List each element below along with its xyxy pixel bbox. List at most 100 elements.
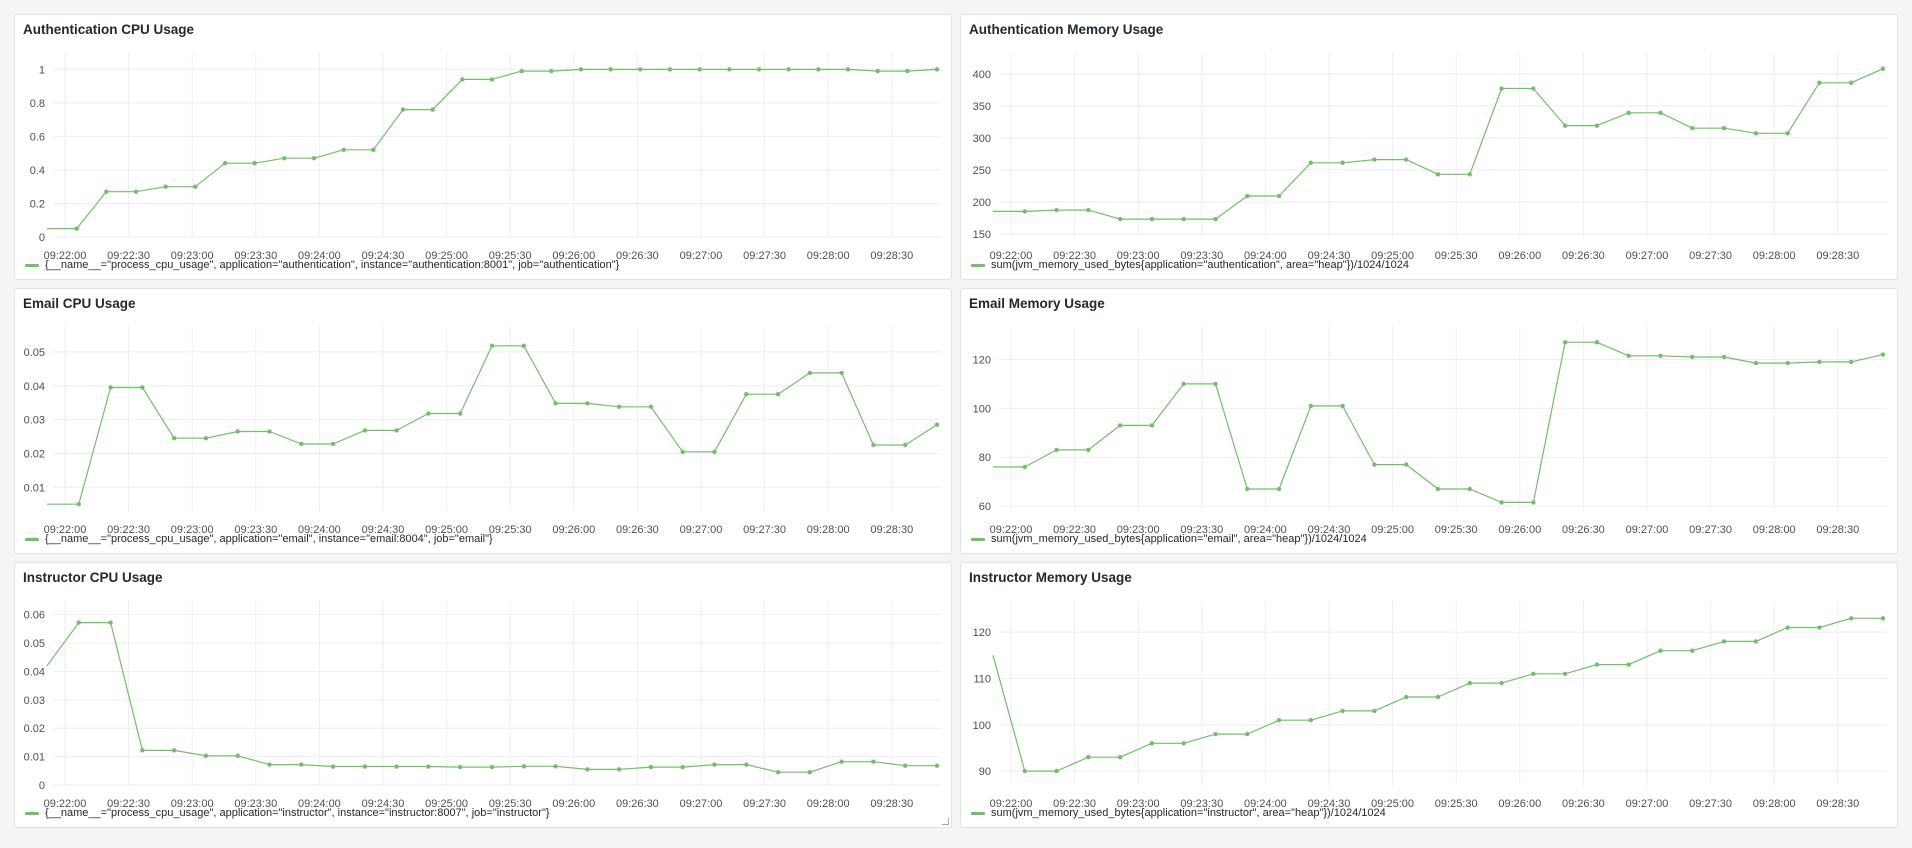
panel-email-cpu[interactable]: Email CPU Usage 0.01 0.02 0.03 0.04 0.05 09:2… xyxy=(14,288,952,554)
data-point xyxy=(1435,694,1441,700)
x-tick-label: 09:28:30 xyxy=(1816,798,1859,810)
x-tick-label: 09:27:00 xyxy=(1626,524,1669,536)
y-tick-label: 110 xyxy=(973,673,991,685)
data-point xyxy=(235,753,240,758)
y-tick-label: 400 xyxy=(973,69,991,81)
line-chart[interactable]: 608010012009:22:00 09:22:30 09:23:00 09:23:… xyxy=(961,289,1898,554)
data-point xyxy=(1817,80,1822,85)
legend-label[interactable]: {__name__="process_cpu_usage", applicati… xyxy=(45,807,550,819)
y-tick-label: 350 xyxy=(973,101,991,113)
data-point xyxy=(1404,462,1409,467)
data-point xyxy=(1817,625,1822,630)
legend[interactable]: sum(jvm_memory_used_bytes{application="e… xyxy=(971,533,1367,545)
data-point xyxy=(193,184,198,189)
data-point xyxy=(1594,123,1600,128)
y-tick-label: 0 xyxy=(39,232,45,244)
data-point xyxy=(1340,160,1345,165)
legend[interactable]: {__name__="process_cpu_usage", applicati… xyxy=(25,533,493,545)
data-point xyxy=(1276,717,1282,723)
data-point xyxy=(311,156,317,161)
legend-label[interactable]: {__name__="process_cpu_usage", applicati… xyxy=(45,259,619,271)
x-tick-label: 09:27:00 xyxy=(680,250,723,262)
data-point xyxy=(1849,80,1854,85)
y-tick-label: 0.4 xyxy=(30,165,45,177)
data-point xyxy=(638,67,643,72)
data-point xyxy=(903,442,908,448)
data-point xyxy=(807,770,813,775)
data-point xyxy=(1721,354,1727,360)
data-point xyxy=(1690,126,1695,131)
legend[interactable]: sum(jvm_memory_used_bytes{application="i… xyxy=(971,807,1386,819)
y-tick-label: 0.02 xyxy=(24,448,45,460)
data-point xyxy=(1817,359,1822,365)
series-line xyxy=(46,621,937,773)
data-point xyxy=(299,762,304,767)
data-point xyxy=(1181,741,1186,746)
data-point xyxy=(1149,741,1155,746)
data-point xyxy=(1562,671,1568,677)
data-point xyxy=(775,770,781,775)
data-point xyxy=(1435,486,1441,492)
x-tick-label: 09:28:00 xyxy=(1753,250,1796,262)
x-tick-label: 09:28:00 xyxy=(807,250,850,262)
x-tick-label: 09:28:30 xyxy=(870,250,913,262)
legend-label[interactable]: sum(jvm_memory_used_bytes{application="e… xyxy=(991,533,1367,545)
legend[interactable]: {__name__="process_cpu_usage", applicati… xyxy=(25,259,619,271)
data-point xyxy=(1626,110,1631,116)
data-point xyxy=(786,67,791,72)
data-point xyxy=(1086,755,1091,760)
data-point xyxy=(330,764,336,769)
data-point xyxy=(697,67,702,72)
line-chart[interactable]: 00.20.40.60.8109:22:00 09:22:30 09:23:00 09… xyxy=(15,15,952,280)
data-point xyxy=(1467,486,1472,492)
line-chart[interactable]: 9010011012009:22:00 09:22:30 09:23:00 09:23… xyxy=(961,563,1898,828)
panel-authentication-cpu[interactable]: Authentication CPU Usage 0 0.2 0.4 0.6 0.8 1 0… xyxy=(14,14,952,280)
panel-authentication-memory[interactable]: Authentication Memory Usage 150 200 250 300… xyxy=(960,14,1898,280)
y-tick-label: 0.01 xyxy=(24,482,45,494)
data-point xyxy=(807,370,813,376)
line-chart[interactable]: 15020025030035040009:22:00 09:22:30 09:23:… xyxy=(961,15,1898,280)
data-point xyxy=(163,184,168,189)
panel-email-memory[interactable]: Email Memory Usage 60 80 100 120 09:22:00 09:… xyxy=(960,288,1898,554)
panel-instructor-cpu[interactable]: Instructor CPU Usage 0 0.01 0.02 0.03 0.04 0.… xyxy=(14,562,952,828)
data-point xyxy=(140,748,145,753)
x-tick-label: 09:27:30 xyxy=(1689,524,1732,536)
data-point xyxy=(934,422,940,427)
x-tick-label: 09:26:00 xyxy=(552,798,595,810)
x-tick-label: 09:27:00 xyxy=(1626,798,1669,810)
data-point xyxy=(1690,354,1695,360)
legend-label[interactable]: {__name__="process_cpu_usage", applicati… xyxy=(45,533,493,545)
legend[interactable]: {__name__="process_cpu_usage", applicati… xyxy=(25,807,550,819)
x-tick-label: 09:26:00 xyxy=(552,524,595,536)
data-point xyxy=(76,502,81,507)
legend-label[interactable]: sum(jvm_memory_used_bytes{application="i… xyxy=(991,807,1386,819)
data-point xyxy=(1213,381,1218,387)
x-tick-label: 09:27:30 xyxy=(743,250,786,262)
legend-label[interactable]: sum(jvm_memory_used_bytes{application="a… xyxy=(991,259,1409,271)
legend[interactable]: sum(jvm_memory_used_bytes{application="a… xyxy=(971,259,1409,271)
resize-handle-icon[interactable] xyxy=(942,818,949,825)
x-tick-label: 09:25:00 xyxy=(1371,524,1414,536)
data-point xyxy=(1372,157,1377,162)
y-tick-label: 0.05 xyxy=(24,638,45,650)
y-tick-label: 100 xyxy=(973,403,991,415)
data-point xyxy=(1531,500,1536,505)
data-point xyxy=(1849,616,1854,621)
panel-instructor-memory[interactable]: Instructor Memory Usage 90 100 110 120 09:22… xyxy=(960,562,1898,828)
data-point xyxy=(1690,648,1695,653)
data-point xyxy=(680,449,685,454)
data-point xyxy=(394,764,399,769)
data-point xyxy=(871,759,876,764)
legend-swatch xyxy=(971,537,985,541)
data-point xyxy=(1531,671,1536,677)
data-point xyxy=(1785,131,1790,136)
data-point xyxy=(1499,86,1504,91)
data-point xyxy=(133,189,139,194)
line-chart[interactable]: 00.010.020.030.040.050.0609:22:00 09:22:3… xyxy=(15,563,952,828)
line-chart[interactable]: 0.010.020.030.040.0509:22:00 09:22:30 09:2… xyxy=(15,289,952,554)
data-point xyxy=(905,68,910,74)
data-point xyxy=(1245,731,1250,737)
data-point xyxy=(1054,207,1059,213)
data-point xyxy=(1276,486,1282,492)
data-point xyxy=(616,404,622,409)
